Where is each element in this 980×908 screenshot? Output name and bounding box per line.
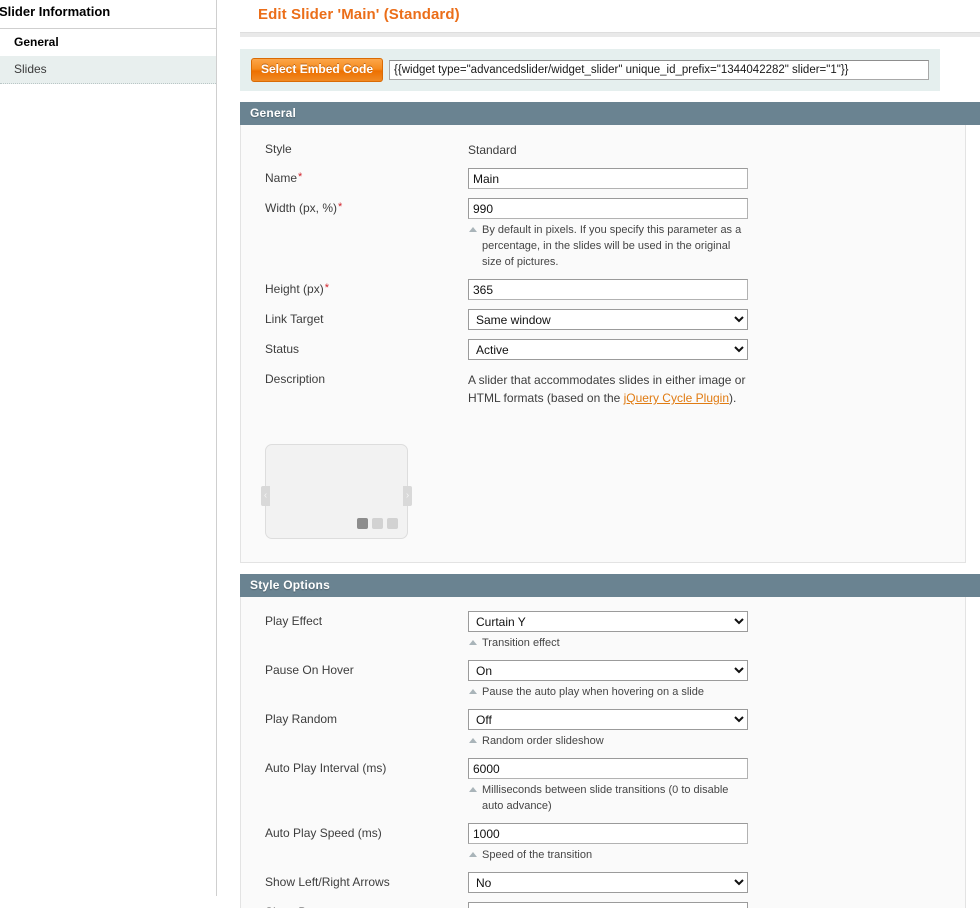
- slider-preview-thumbnail: ‹ ›: [261, 444, 412, 539]
- label-text: Width (px, %): [265, 201, 338, 215]
- note-text: Milliseconds between slide transitions (…: [482, 784, 729, 812]
- description-text: A slider that accommodates slides in eit…: [468, 369, 751, 407]
- preview-left-arrow-icon: ‹: [261, 486, 270, 506]
- height-input[interactable]: [468, 279, 748, 300]
- field-row-link-target: Link Target Same windowNew window: [241, 309, 965, 330]
- show-left-right-arrows-select[interactable]: NoYes: [468, 872, 748, 893]
- field-row-show-left-right-arrows: Show Left/Right Arrows NoYes: [241, 872, 965, 893]
- note-text: Transition effect: [482, 637, 560, 649]
- label-text: Name: [265, 171, 298, 185]
- required-marker: *: [298, 171, 303, 183]
- note-text: Speed of the transition: [482, 849, 593, 861]
- sidebar-item-label: Slides: [14, 62, 47, 76]
- preview-pagination-dots: [357, 518, 398, 529]
- field-row-play-random: Play Random OffOn Random order slideshow: [241, 709, 965, 749]
- note-text: By default in pixels. If you specify thi…: [482, 224, 742, 268]
- page-title: Edit Slider 'Main' (Standard): [258, 6, 460, 23]
- slider-preview-row: ‹ ›: [241, 433, 965, 539]
- field-row-height: Height (px)*: [241, 279, 965, 300]
- preview-dot: [387, 518, 398, 529]
- embed-code-bar: Select Embed Code: [240, 49, 940, 91]
- note-triangle-icon: [469, 787, 477, 792]
- field-row-description: Description A slider that accommodates s…: [241, 369, 965, 407]
- field-label-height: Height (px)*: [265, 279, 468, 296]
- general-section-header: General: [240, 102, 980, 125]
- field-label: Show Buttons: [265, 902, 468, 908]
- field-label: Play Effect: [265, 614, 323, 628]
- style-options-section-body: Play Effect Curtain YCurtain XFadeScroll …: [240, 597, 966, 908]
- field-label: Auto Play Interval (ms): [265, 761, 387, 775]
- field-row-width: Width (px, %)* By default in pixels. If …: [241, 198, 965, 270]
- field-row-status: Status ActiveInactive: [241, 339, 965, 360]
- name-input[interactable]: [468, 168, 748, 189]
- sidebar-item-label: General: [14, 35, 59, 49]
- field-row-pause-on-hover: Pause On Hover OnOff Pause the auto play w…: [241, 660, 965, 700]
- sidebar-item-general[interactable]: General: [0, 29, 216, 56]
- select-embed-code-button[interactable]: Select Embed Code: [251, 58, 384, 82]
- status-select[interactable]: ActiveInactive: [468, 339, 748, 360]
- note-triangle-icon: [469, 689, 477, 694]
- width-note: By default in pixels. If you specify thi…: [468, 222, 750, 270]
- jquery-cycle-plugin-link[interactable]: jQuery Cycle Plugin: [624, 391, 729, 405]
- field-label: Play Random: [265, 712, 338, 726]
- field-row-style: Style Standard: [241, 139, 965, 159]
- note-triangle-icon: [469, 227, 477, 232]
- slider-edit-page: Slider Information General Slides Edit S…: [0, 0, 980, 908]
- field-label-status: Status: [265, 342, 300, 356]
- description-text-after: ).: [729, 391, 737, 405]
- sidebar-item-slides[interactable]: Slides: [0, 56, 216, 84]
- field-label-width: Width (px, %)*: [265, 198, 468, 215]
- style-options-section-header: Style Options: [240, 574, 980, 597]
- required-marker: *: [338, 201, 343, 213]
- note-triangle-icon: [469, 852, 477, 857]
- field-note: Speed of the transition: [468, 847, 750, 863]
- field-label-link-target: Link Target: [265, 312, 324, 326]
- general-fieldset: General Style Standard Name* Main Width …: [240, 102, 980, 563]
- field-label: Show Left/Right Arrows: [265, 875, 390, 889]
- pause-on-hover-select[interactable]: OnOff: [468, 660, 748, 681]
- field-row-auto-play-speed-ms: Auto Play Speed (ms) Speed of the transit…: [241, 823, 965, 863]
- field-label-description: Description: [265, 372, 326, 386]
- field-label-name: Name*: [265, 168, 468, 185]
- link-target-select[interactable]: Same windowNew window: [468, 309, 748, 330]
- width-input[interactable]: [468, 198, 748, 219]
- field-label: Pause On Hover: [265, 663, 354, 677]
- preview-right-arrow-icon: ›: [403, 486, 412, 506]
- field-label: Auto Play Speed (ms): [265, 826, 382, 840]
- field-row-preview: [241, 416, 965, 433]
- note-triangle-icon: [469, 640, 477, 645]
- field-row-show-buttons: Show ButtonsYesNo: [241, 902, 965, 908]
- style-options-fieldset: Style Options Play Effect Curtain YCurtai…: [240, 574, 980, 908]
- preview-dot: [357, 518, 368, 529]
- field-note: Random order slideshow: [468, 733, 750, 749]
- label-text: Height (px): [265, 282, 324, 296]
- note-triangle-icon: [469, 738, 477, 743]
- field-label-style: Style: [265, 142, 292, 156]
- field-note: Transition effect: [468, 635, 750, 651]
- play-random-select[interactable]: OffOn: [468, 709, 748, 730]
- field-note: Milliseconds between slide transitions (…: [468, 782, 750, 814]
- required-marker: *: [324, 282, 329, 294]
- note-text: Random order slideshow: [482, 735, 604, 747]
- field-row-play-effect: Play Effect Curtain YCurtain XFadeScroll …: [241, 611, 965, 651]
- auto-play-speed-ms-input[interactable]: [468, 823, 748, 844]
- field-row-name: Name*: [241, 168, 965, 189]
- title-divider: [240, 32, 980, 37]
- embed-code-input[interactable]: [389, 60, 929, 80]
- field-note: Pause the auto play when hovering on a s…: [468, 684, 750, 700]
- preview-dot: [372, 518, 383, 529]
- main-content: Edit Slider 'Main' (Standard) Select Emb…: [240, 0, 980, 908]
- auto-play-interval-ms-input[interactable]: [468, 758, 748, 779]
- general-section-body: Style Standard Name* Width (px, %)*: [240, 125, 966, 563]
- sidebar-title: Slider Information: [0, 0, 216, 29]
- slider-information-sidebar: Slider Information General Slides: [0, 0, 217, 896]
- field-row-auto-play-interval-ms: Auto Play Interval (ms) Milliseconds betw…: [241, 758, 965, 814]
- play-effect-select[interactable]: Curtain YCurtain XFadeScroll LeftShuffle…: [468, 611, 748, 632]
- note-text: Pause the auto play when hovering on a s…: [482, 686, 704, 698]
- show-buttons-select[interactable]: YesNo: [468, 902, 748, 908]
- field-value-style: Standard: [468, 143, 517, 157]
